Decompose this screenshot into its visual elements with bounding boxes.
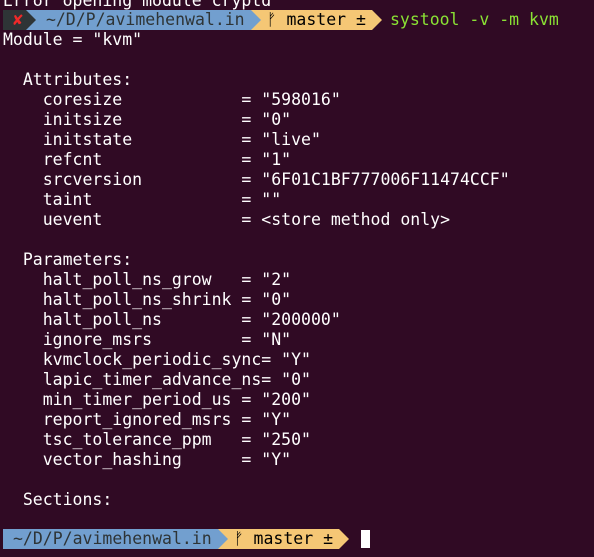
output-line: Module = "kvm" xyxy=(3,30,143,49)
prompt-git-segment: ᚠ master ± xyxy=(260,10,372,30)
output-line: lapic_timer_advance_ns= "0" xyxy=(3,370,311,389)
prompt-separator-icon xyxy=(250,10,261,30)
output-line: vector_hashing = "Y" xyxy=(3,450,292,469)
prompt-line-2[interactable]: ~/D/P/avimehenwal.in ᚠ master ± xyxy=(3,529,371,549)
output-line: halt_poll_ns_grow = "2" xyxy=(3,270,292,289)
output-line: uevent = <store method only> xyxy=(3,210,451,229)
prompt-cwd: ~/D/P/avimehenwal.in xyxy=(3,529,218,549)
output-line: tsc_tolerance_ppm = "250" xyxy=(3,430,311,449)
prompt-separator-icon xyxy=(25,10,36,30)
output-line: Parameters: xyxy=(3,250,133,269)
output-line: kvmclock_periodic_sync= "Y" xyxy=(3,350,311,369)
output-line: refcnt = "1" xyxy=(3,150,292,169)
output-line: initstate = "live" xyxy=(3,130,321,149)
output-line: Attributes: xyxy=(3,70,133,89)
prompt-git-branch: master ± xyxy=(253,529,334,548)
output-line: taint = "" xyxy=(3,190,282,209)
output-line: Sections: xyxy=(3,490,113,509)
prompt-separator-icon xyxy=(217,529,228,549)
text-cursor[interactable] xyxy=(361,530,371,548)
git-branch-icon: ᚠ xyxy=(233,529,244,548)
prompt-separator-icon xyxy=(339,529,350,549)
error-status-icon: ✘ xyxy=(3,10,26,30)
output-line: report_ignored_msrs = "Y" xyxy=(3,410,292,429)
output-line: srcversion = "6F01C1BF777006F11474CCF" xyxy=(3,170,510,189)
prompt-git-segment: ᚠ master ± xyxy=(227,529,340,549)
output-line: coresize = "598016" xyxy=(3,90,341,109)
prompt-cwd: ~/D/P/avimehenwal.in xyxy=(35,10,251,30)
terminal-window[interactable]: Error opening module cryptd ✘ ~/D/P/avim… xyxy=(0,0,594,557)
output-line: min_timer_period_us = "200" xyxy=(3,390,311,409)
git-branch-icon: ᚠ xyxy=(266,10,277,29)
prompt-line-1: ✘ ~/D/P/avimehenwal.in ᚠ master ± systoo… xyxy=(3,10,559,30)
command-text: systool -v -m kvm xyxy=(389,10,559,29)
output-line: initsize = "0" xyxy=(3,110,292,129)
prompt-separator-icon xyxy=(371,10,382,30)
output-line: halt_poll_ns_shrink = "0" xyxy=(3,290,292,309)
output-line: halt_poll_ns = "200000" xyxy=(3,310,341,329)
output-line: ignore_msrs = "N" xyxy=(3,330,292,349)
prompt-git-branch: master ± xyxy=(286,10,366,29)
